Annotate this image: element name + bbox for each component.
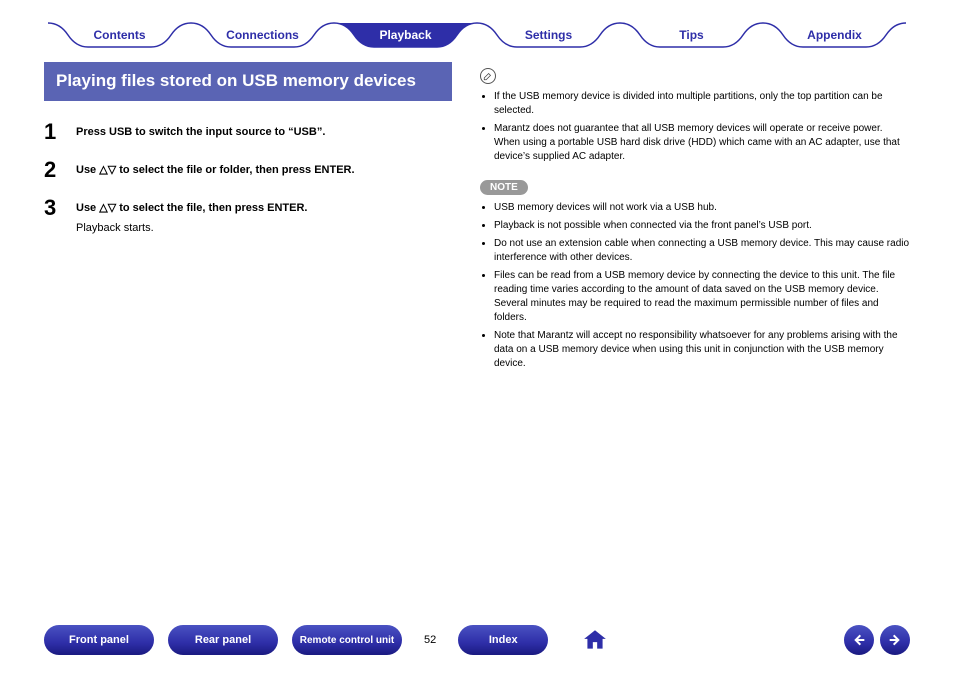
tab-settings[interactable]: Settings — [477, 22, 620, 48]
step-2: 2 Use △▽ to select the file or folder, t… — [44, 159, 452, 181]
info-list: If the USB memory device is divided into… — [480, 90, 910, 164]
list-item: Note that Marantz will accept no respons… — [494, 329, 910, 371]
note-list: USB memory devices will not work via a U… — [480, 201, 910, 371]
tab-label: Settings — [525, 28, 572, 42]
step-number: 2 — [44, 159, 62, 181]
remote-control-button[interactable]: Remote control unit — [292, 625, 402, 655]
tab-label: Contents — [94, 28, 146, 42]
page-number: 52 — [424, 634, 436, 646]
front-panel-button[interactable]: Front panel — [44, 625, 154, 655]
index-button[interactable]: Index — [458, 625, 548, 655]
step-subtext: Playback starts. — [76, 222, 452, 234]
step-text: Use △▽ to select the file, then press EN… — [76, 201, 452, 216]
tab-label: Tips — [679, 28, 703, 42]
list-item: USB memory devices will not work via a U… — [494, 201, 910, 215]
home-icon[interactable] — [582, 627, 608, 653]
next-page-button[interactable] — [880, 625, 910, 655]
list-item: If the USB memory device is divided into… — [494, 90, 910, 118]
tab-playback[interactable]: Playback — [334, 22, 477, 48]
step-number: 3 — [44, 197, 62, 234]
step-number: 1 — [44, 121, 62, 143]
tab-tips[interactable]: Tips — [620, 22, 763, 48]
tab-label: Playback — [379, 28, 431, 42]
bottom-bar: Front panel Rear panel Remote control un… — [44, 625, 910, 655]
section-title: Playing files stored on USB memory devic… — [44, 62, 452, 101]
steps-list: 1 Press USB to switch the input source t… — [44, 121, 452, 234]
tab-appendix[interactable]: Appendix — [763, 22, 906, 48]
step-3: 3 Use △▽ to select the file, then press … — [44, 197, 452, 234]
tab-contents[interactable]: Contents — [48, 22, 191, 48]
rear-panel-button[interactable]: Rear panel — [168, 625, 278, 655]
note-badge: NOTE — [480, 180, 528, 195]
step-text: Press USB to switch the input source to … — [76, 125, 452, 140]
list-item: Marantz does not guarantee that all USB … — [494, 122, 910, 164]
tab-label: Connections — [226, 28, 299, 42]
tab-label: Appendix — [807, 28, 862, 42]
step-text: Use △▽ to select the file or folder, the… — [76, 163, 452, 178]
note-icon — [480, 68, 496, 84]
step-1: 1 Press USB to switch the input source t… — [44, 121, 452, 143]
tab-connections[interactable]: Connections — [191, 22, 334, 48]
list-item: Playback is not possible when connected … — [494, 219, 910, 233]
list-item: Files can be read from a USB memory devi… — [494, 269, 910, 325]
prev-page-button[interactable] — [844, 625, 874, 655]
list-item: Do not use an extension cable when conne… — [494, 237, 910, 265]
top-tabs: Contents Connections Playback Settings T… — [44, 22, 910, 48]
